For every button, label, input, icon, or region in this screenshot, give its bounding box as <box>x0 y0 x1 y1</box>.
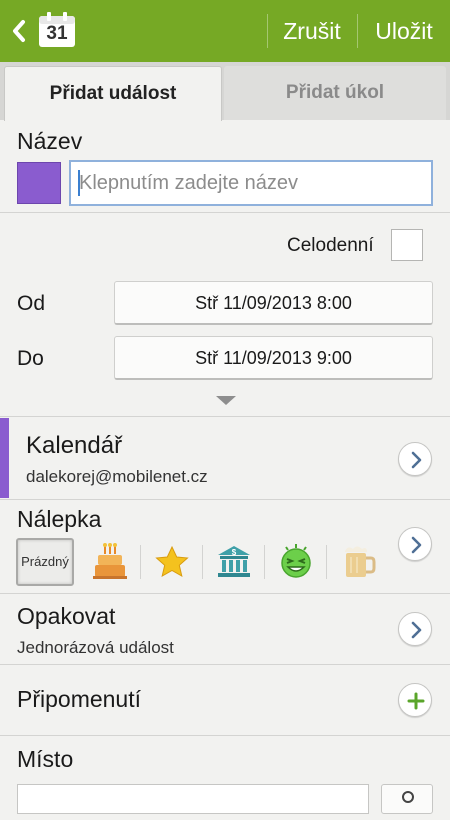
location-label: Místo <box>17 746 74 772</box>
expand-more-icon[interactable] <box>216 396 236 405</box>
save-button[interactable]: Uložit <box>358 0 450 62</box>
divider <box>0 593 450 594</box>
bank-icon[interactable]: $ <box>214 541 254 583</box>
to-datetime-button[interactable]: Stř 11/09/2013 9:00 <box>114 336 433 380</box>
chevron-right-icon <box>411 451 422 469</box>
allday-checkbox[interactable] <box>391 229 423 261</box>
action-bar: 31 Zrušit Uložit <box>0 0 450 62</box>
sticker-divider <box>326 545 327 579</box>
location-input[interactable] <box>17 784 369 814</box>
calendar-color-bar <box>0 418 9 498</box>
chevron-right-icon <box>411 536 422 554</box>
sticker-label: Nálepka <box>17 506 102 532</box>
add-reminder-button[interactable] <box>398 683 432 717</box>
tab-add-task[interactable]: Přidat úkol <box>224 66 446 120</box>
location-contact-button[interactable] <box>381 784 433 814</box>
repeat-chevron-button[interactable] <box>398 612 432 646</box>
reminder-label: Připomenutí <box>17 686 142 712</box>
text-cursor <box>78 170 80 196</box>
calendar-label: Kalendář <box>26 432 123 459</box>
event-color-picker[interactable] <box>17 162 61 204</box>
repeat-label: Opakovat <box>17 603 116 629</box>
to-label: Do <box>17 347 44 370</box>
sticker-divider <box>140 545 141 579</box>
back-arrow-icon[interactable] <box>8 14 30 48</box>
sticker-divider <box>264 545 265 579</box>
title-input[interactable] <box>69 160 433 206</box>
divider <box>0 416 450 417</box>
sticker-empty-button[interactable]: Prázdný <box>16 538 74 586</box>
divider <box>0 499 450 500</box>
star-icon[interactable] <box>152 541 192 583</box>
calendar-account: dalekorej@mobilenet.cz <box>26 467 208 486</box>
smiley-icon[interactable] <box>276 541 316 583</box>
cancel-button[interactable]: Zrušit <box>268 0 356 62</box>
calendar-chevron-button[interactable] <box>398 442 432 476</box>
cake-icon[interactable] <box>90 541 130 583</box>
person-icon <box>402 791 414 803</box>
sticker-chevron-button[interactable] <box>398 527 432 561</box>
tab-add-event[interactable]: Přidat událost <box>4 66 222 121</box>
tab-bar: Přidat událost Přidat úkol <box>0 62 450 121</box>
divider <box>0 212 450 213</box>
from-datetime-button[interactable]: Stř 11/09/2013 8:00 <box>114 281 433 325</box>
allday-label: Celodenní <box>287 235 374 256</box>
divider <box>0 735 450 736</box>
title-label: Název <box>17 128 83 154</box>
chevron-right-icon <box>411 621 422 639</box>
svg-text:$: $ <box>232 548 237 557</box>
repeat-value: Jednorázová událost <box>17 638 174 657</box>
sticker-divider <box>202 545 203 579</box>
divider <box>0 664 450 665</box>
plus-icon <box>407 692 425 710</box>
from-label: Od <box>17 292 46 315</box>
calendar-app-icon[interactable]: 31 <box>38 12 76 48</box>
beer-icon[interactable] <box>338 541 378 583</box>
calendar-day-number: 31 <box>46 23 68 44</box>
